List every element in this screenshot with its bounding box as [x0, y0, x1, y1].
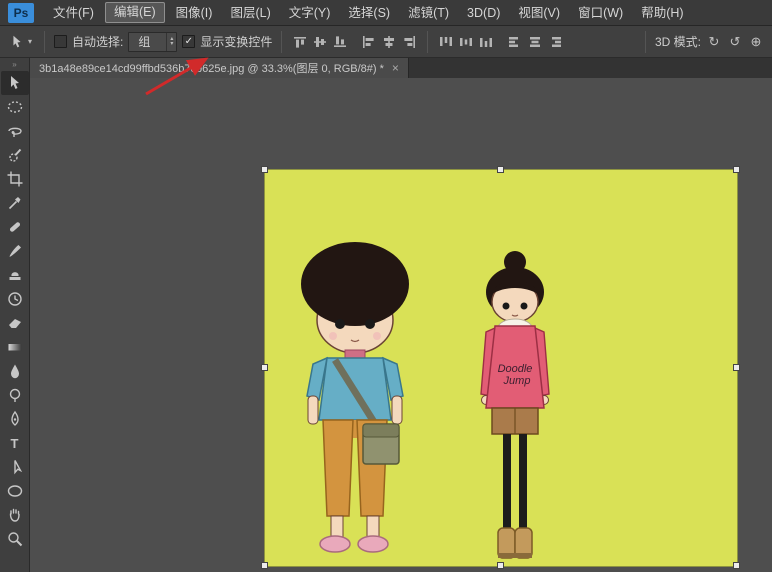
- quick-selection-tool[interactable]: [1, 143, 29, 167]
- document-area: 3b1a48e89ce14cd99ffbd536b7cb625e.jpg @ 3…: [30, 58, 772, 572]
- transform-handle-bottom-right[interactable]: [733, 562, 740, 569]
- transform-handle-top-left[interactable]: [261, 166, 268, 173]
- divider: [645, 31, 646, 53]
- clone-stamp-tool[interactable]: [1, 263, 29, 287]
- lasso-tool[interactable]: [1, 119, 29, 143]
- menu-type[interactable]: 文字(Y): [280, 0, 340, 26]
- align-icons-group-1: [291, 33, 349, 51]
- align-bottom-icon[interactable]: [331, 33, 349, 51]
- move-tool[interactable]: [1, 71, 29, 95]
- brush-tool[interactable]: [1, 239, 29, 263]
- divider: [427, 31, 428, 53]
- align-icons-group-2: [360, 33, 418, 51]
- hand-tool[interactable]: [1, 503, 29, 527]
- align-vertical-center-icon[interactable]: [311, 33, 329, 51]
- auto-select-checkbox[interactable]: [54, 35, 67, 48]
- tools-palette: » T: [0, 58, 30, 572]
- distribute-horizontal-center-icon[interactable]: [526, 33, 544, 51]
- auto-select-label: 自动选择:: [72, 33, 123, 50]
- 3d-mode-label: 3D 模式:: [655, 33, 701, 50]
- divider: [281, 31, 282, 53]
- align-left-icon[interactable]: [360, 33, 378, 51]
- menu-layer[interactable]: 图层(L): [221, 0, 279, 26]
- menu-select[interactable]: 选择(S): [339, 0, 399, 26]
- menu-image[interactable]: 图像(I): [167, 0, 222, 26]
- crop-tool[interactable]: [1, 167, 29, 191]
- menu-help[interactable]: 帮助(H): [632, 0, 692, 26]
- document-tab-bar: 3b1a48e89ce14cd99ffbd536b7cb625e.jpg @ 3…: [30, 58, 772, 78]
- elliptical-marquee-tool[interactable]: [1, 95, 29, 119]
- menu-bar: Ps 文件(F) 编辑(E) 图像(I) 图层(L) 文字(Y) 选择(S) 滤…: [0, 0, 772, 26]
- 3d-roll-icon[interactable]: ↺: [727, 34, 743, 50]
- document-image[interactable]: Doodle Jump: [265, 170, 737, 566]
- 3d-rotate-icon[interactable]: ↻: [706, 34, 722, 50]
- distribute-icons-group-2: [506, 33, 564, 51]
- dropdown-spinner-icon: ▴ ▾: [166, 33, 176, 51]
- transform-handle-bottom-left[interactable]: [261, 562, 268, 569]
- hoodie-text-line2: Jump: [503, 375, 531, 387]
- menu-window[interactable]: 窗口(W): [569, 0, 632, 26]
- distribute-bottom-icon[interactable]: [477, 33, 495, 51]
- menu-file[interactable]: 文件(F): [44, 0, 103, 26]
- eyedropper-tool[interactable]: [1, 191, 29, 215]
- divider: [44, 31, 45, 53]
- photoshop-window: Ps 文件(F) 编辑(E) 图像(I) 图层(L) 文字(Y) 选择(S) 滤…: [0, 0, 772, 572]
- ellipse-tool[interactable]: [1, 479, 29, 503]
- doodle-boy: [301, 242, 409, 552]
- menu-3d[interactable]: 3D(D): [458, 0, 509, 26]
- align-horizontal-center-icon[interactable]: [380, 33, 398, 51]
- blur-tool[interactable]: [1, 359, 29, 383]
- canvas-background: Doodle Jump: [30, 78, 772, 572]
- 3d-mode-group: 3D 模式: ↻ ↺ ⊕: [641, 31, 766, 53]
- eraser-tool[interactable]: [1, 311, 29, 335]
- doodle-illustration: Doodle Jump: [265, 170, 737, 566]
- path-selection-tool[interactable]: [1, 455, 29, 479]
- tool-preset-picker[interactable]: ▾: [6, 32, 35, 52]
- auto-select-target-dropdown[interactable]: 组 ▴ ▾: [128, 32, 177, 52]
- dropdown-value: 组: [138, 33, 160, 50]
- chevron-down-icon: ▾: [28, 37, 32, 46]
- menu-edit[interactable]: 编辑(E): [105, 2, 165, 23]
- align-right-icon[interactable]: [400, 33, 418, 51]
- transform-handle-middle-left[interactable]: [261, 364, 268, 371]
- gradient-tool[interactable]: [1, 335, 29, 359]
- palette-collapse-icon[interactable]: »: [12, 58, 16, 71]
- document-tab-title: 3b1a48e89ce14cd99ffbd536b7cb625e.jpg @ 3…: [39, 60, 384, 76]
- workspace: » T 3b1a48e89ce14cd: [0, 58, 772, 572]
- 3d-pan-icon[interactable]: ⊕: [748, 34, 764, 50]
- history-brush-tool[interactable]: [1, 287, 29, 311]
- distribute-vertical-center-icon[interactable]: [457, 33, 475, 51]
- photoshop-logo: Ps: [8, 3, 34, 23]
- align-top-icon[interactable]: [291, 33, 309, 51]
- transform-handle-middle-right[interactable]: [733, 364, 740, 371]
- distribute-top-icon[interactable]: [437, 33, 455, 51]
- show-transform-label: 显示变换控件: [200, 33, 272, 50]
- distribute-right-icon[interactable]: [546, 33, 564, 51]
- distribute-left-icon[interactable]: [506, 33, 524, 51]
- document-tab[interactable]: 3b1a48e89ce14cd99ffbd536b7cb625e.jpg @ 3…: [30, 58, 409, 78]
- healing-brush-tool[interactable]: [1, 215, 29, 239]
- menu-filter[interactable]: 滤镜(T): [399, 0, 458, 26]
- options-bar: ▾ 自动选择: 组 ▴ ▾ ✓ 显示变换控件: [0, 26, 772, 58]
- transform-handle-top-center[interactable]: [497, 166, 504, 173]
- close-icon[interactable]: ×: [392, 61, 399, 75]
- menu-view[interactable]: 视图(V): [509, 0, 569, 26]
- dodge-tool[interactable]: [1, 383, 29, 407]
- zoom-tool[interactable]: [1, 527, 29, 551]
- distribute-icons-group-1: [437, 33, 495, 51]
- type-tool[interactable]: T: [1, 431, 29, 455]
- hoodie-text-line1: Doodle: [498, 363, 533, 375]
- pen-tool[interactable]: [1, 407, 29, 431]
- move-tool-icon: [9, 34, 25, 50]
- doodle-girl: Doodle Jump: [481, 251, 549, 558]
- transform-handle-top-right[interactable]: [733, 166, 740, 173]
- show-transform-checkbox[interactable]: ✓: [182, 35, 195, 48]
- transform-handle-bottom-center[interactable]: [497, 562, 504, 569]
